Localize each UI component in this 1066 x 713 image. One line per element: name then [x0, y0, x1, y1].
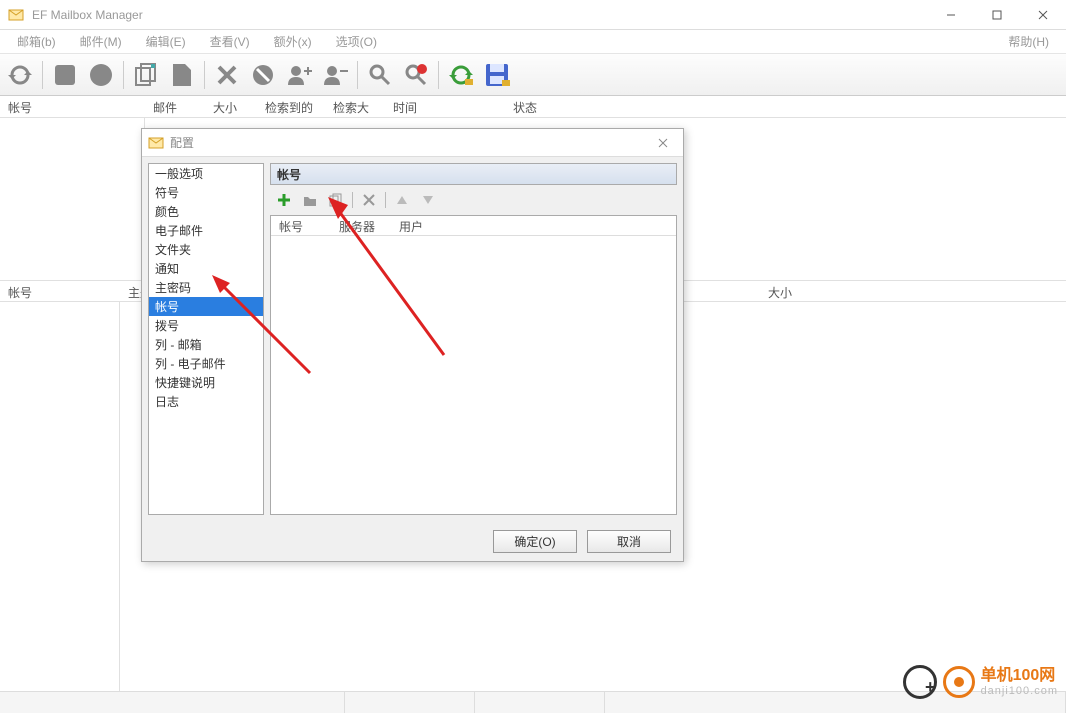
ok-button[interactable]: 确定(O)	[493, 530, 577, 553]
copy-icon[interactable]	[326, 190, 346, 210]
search-icon[interactable]	[364, 59, 396, 91]
app-icon	[8, 7, 24, 23]
menu-extra[interactable]: 额外(x)	[262, 31, 324, 53]
stop-icon[interactable]	[49, 59, 81, 91]
nav-item[interactable]: 文件夹	[149, 240, 263, 259]
main-toolbar	[0, 54, 1066, 96]
col-time[interactable]: 时间	[385, 96, 505, 117]
maximize-button[interactable]	[974, 0, 1020, 30]
nav-item[interactable]: 一般选项	[149, 164, 263, 183]
delete-icon[interactable]	[211, 59, 243, 91]
col-account[interactable]: 帐号	[0, 96, 145, 117]
col-size[interactable]: 大小	[205, 96, 257, 117]
dialog-close-button[interactable]	[643, 129, 683, 157]
dialog-title: 配置	[170, 134, 643, 151]
title-bar: EF Mailbox Manager	[0, 0, 1066, 30]
add-icon[interactable]	[274, 190, 294, 210]
dialog-app-icon	[148, 135, 164, 151]
record-icon[interactable]	[85, 59, 117, 91]
status-cell-3	[475, 692, 605, 713]
nav-item[interactable]: 颜色	[149, 202, 263, 221]
cancel-button[interactable]: 取消	[587, 530, 671, 553]
menu-bar: 邮箱(b) 邮件(M) 编辑(E) 查看(V) 额外(x) 选项(O) 帮助(H…	[0, 30, 1066, 54]
col-found-size[interactable]: 检索大小	[325, 96, 385, 117]
status-cell-1	[0, 692, 345, 713]
nav-item[interactable]: 日志	[149, 392, 263, 411]
config-dialog: 配置 一般选项符号颜色电子邮件文件夹通知主密码帐号拨号列 - 邮箱列 - 电子邮…	[141, 128, 684, 562]
col-found[interactable]: 检索到的	[257, 96, 325, 117]
nav-item[interactable]: 符号	[149, 183, 263, 202]
menu-help[interactable]: 帮助(H)	[996, 31, 1061, 53]
col-account2[interactable]: 帐号	[0, 281, 120, 301]
watermark-logo-c-icon: +	[903, 665, 937, 699]
dialog-toolbar	[270, 185, 677, 211]
status-cell-2	[345, 692, 475, 713]
user-remove-icon[interactable]	[319, 59, 351, 91]
nav-item[interactable]: 快捷键说明	[149, 373, 263, 392]
minimize-button[interactable]	[928, 0, 974, 30]
account-list[interactable]: 帐号 服务器 用户	[270, 215, 677, 515]
nav-item[interactable]: 电子邮件	[149, 221, 263, 240]
upper-grid-header: 帐号 邮件 大小 检索到的 检索大小 时间 状态	[0, 96, 1066, 118]
col-state[interactable]: 状态	[505, 96, 605, 117]
refresh-icon[interactable]	[4, 59, 36, 91]
watermark-logo-d-icon	[943, 666, 975, 698]
col-server[interactable]: 服务器	[331, 216, 391, 235]
save-icon[interactable]	[481, 59, 513, 91]
watermark-line2: danji100.com	[981, 685, 1058, 697]
nav-item[interactable]: 列 - 电子邮件	[149, 354, 263, 373]
account-list-header: 帐号 服务器 用户	[271, 216, 676, 236]
watermark-line1: 单机100网	[981, 667, 1058, 685]
open-icon[interactable]	[300, 190, 320, 210]
file-icon[interactable]	[166, 59, 198, 91]
user-add-icon[interactable]	[283, 59, 315, 91]
lower-grid-left	[0, 302, 120, 691]
upper-grid-left	[0, 118, 145, 280]
close-button[interactable]	[1020, 0, 1066, 30]
menu-mail[interactable]: 邮件(M)	[68, 31, 134, 53]
nav-item[interactable]: 拨号	[149, 316, 263, 335]
window-controls	[928, 0, 1066, 30]
dialog-title-bar: 配置	[142, 129, 683, 157]
menu-edit[interactable]: 编辑(E)	[134, 31, 198, 53]
col-user[interactable]: 用户	[391, 216, 451, 235]
window-title: EF Mailbox Manager	[32, 8, 928, 22]
block-icon[interactable]	[247, 59, 279, 91]
nav-item[interactable]: 列 - 邮箱	[149, 335, 263, 354]
remove-icon[interactable]	[359, 190, 379, 210]
search-stop-icon[interactable]	[400, 59, 432, 91]
menu-mailbox[interactable]: 邮箱(b)	[5, 31, 68, 53]
col-size2[interactable]: 大小	[760, 281, 800, 301]
watermark: + 单机100网 danji100.com	[903, 665, 1058, 699]
col-account3[interactable]: 帐号	[271, 216, 331, 235]
dialog-buttons: 确定(O) 取消	[142, 521, 683, 561]
sync-icon[interactable]	[445, 59, 477, 91]
nav-item[interactable]: 通知	[149, 259, 263, 278]
move-down-icon[interactable]	[418, 190, 438, 210]
menu-view[interactable]: 查看(V)	[198, 31, 262, 53]
dialog-panel-title: 帐号	[270, 163, 677, 185]
nav-item[interactable]: 帐号	[149, 297, 263, 316]
copy-icon[interactable]	[130, 59, 162, 91]
nav-item[interactable]: 主密码	[149, 278, 263, 297]
move-up-icon[interactable]	[392, 190, 412, 210]
menu-options[interactable]: 选项(O)	[324, 31, 389, 53]
col-mail[interactable]: 邮件	[145, 96, 205, 117]
dialog-nav-list[interactable]: 一般选项符号颜色电子邮件文件夹通知主密码帐号拨号列 - 邮箱列 - 电子邮件快捷…	[148, 163, 264, 515]
